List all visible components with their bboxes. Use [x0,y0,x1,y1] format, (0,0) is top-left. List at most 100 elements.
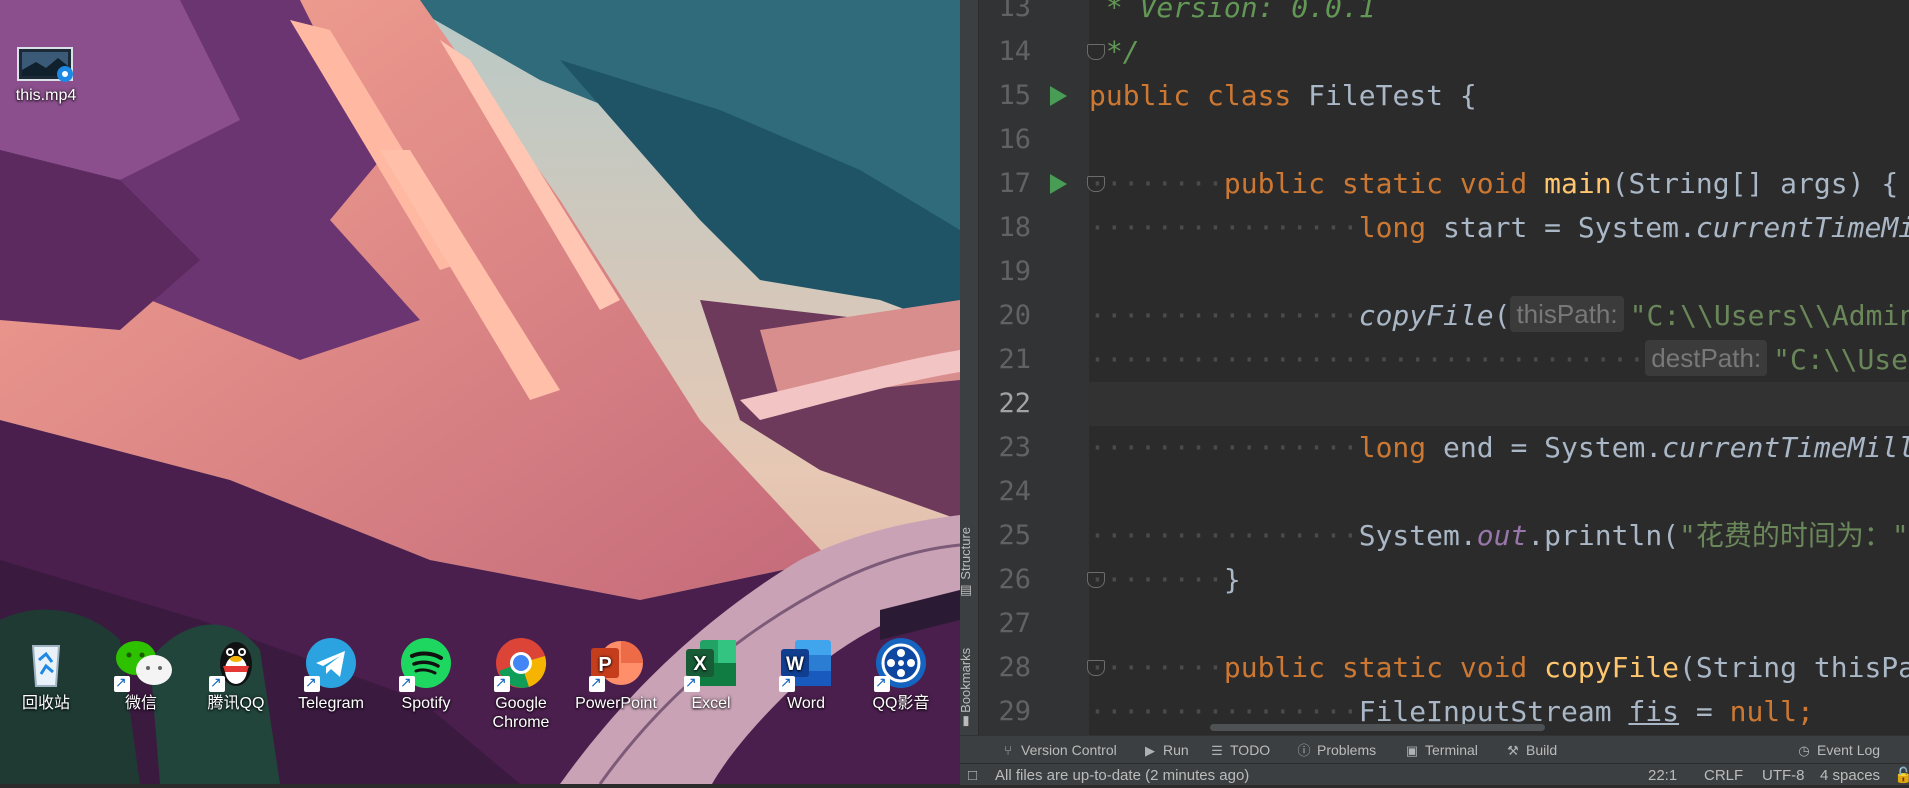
desktop-icon-word[interactable]: W Word [762,636,850,713]
telegram-icon [304,636,358,690]
code-method-name: copyFile [1544,651,1679,684]
code-line[interactable]: ················long start = System.curr… [1089,206,1909,250]
run-tab[interactable]: ▶Run [1142,736,1189,764]
code-line[interactable]: ········public static void copyFile(Stri… [1089,646,1909,690]
code-text: ; [1797,695,1814,728]
desktop-icon-recycle-bin[interactable]: 回收站 [2,636,90,713]
desktop-icon-wechat[interactable]: 微信 [97,636,185,713]
recycle-bin-icon [19,636,73,690]
line-number: 29 [979,690,1031,734]
code-line[interactable]: ········} [1089,558,1909,602]
desktop-icon-excel[interactable]: X Excel [667,636,755,713]
status-message[interactable]: All files are up-to-date (2 minutes ago) [995,764,1249,785]
line-number: 21 [979,338,1031,382]
code-line[interactable] [1089,250,1909,294]
version-control-tab[interactable]: ⑂Version Control [1000,736,1117,764]
left-tool-strip: ▤ Structure ▮Bookmarks [960,0,979,735]
bookmarks-tab[interactable]: ▮Bookmarks [958,648,974,724]
run-class-icon[interactable] [1050,86,1067,106]
shortcut-arrow-icon [684,676,700,692]
line-number: 26 [979,558,1031,602]
code-line-current[interactable] [1089,382,1909,426]
bookmarks-label: Bookmarks [958,648,973,713]
svg-text:X: X [693,653,707,675]
code-string: "花费的时间为：" [1679,519,1909,552]
caret-position[interactable]: 22:1 [1648,764,1677,785]
problems-tab[interactable]: ⓘProblems [1296,736,1376,764]
line-number: 19 [979,250,1031,294]
desktop-icon-label: this.mp4 [2,86,90,105]
code-string: "C:\\Users\\Administr [1630,299,1909,332]
code-line[interactable] [1089,602,1909,646]
indent-guide: ································· [1089,343,1645,376]
chrome-icon [494,636,548,690]
shortcut-arrow-icon [399,676,415,692]
desktop-icon-this-mp4[interactable]: this.mp4 [2,44,90,105]
shortcut-arrow-icon [494,676,510,692]
line-separator[interactable]: CRLF [1704,764,1743,785]
file-encoding[interactable]: UTF-8 [1762,764,1805,785]
code-line[interactable]: */ [1089,30,1909,74]
qq-player-icon [874,636,928,690]
code-line[interactable] [1089,118,1909,162]
powerpoint-icon: P [589,636,643,690]
indent-guide: ········ [1089,167,1224,200]
shortcut-arrow-icon [209,676,225,692]
desktop-icon-qq[interactable]: 腾讯QQ [192,636,280,713]
structure-label: Structure [958,527,973,580]
list-icon: ☰ [1209,737,1225,765]
code-static-call: currentTimeMillis [1696,211,1909,244]
code-line[interactable]: ················long end = System.curren… [1089,426,1909,470]
todo-label: TODO [1230,742,1270,758]
terminal-tab[interactable]: ▣ Terminal [1404,736,1478,764]
indent-guide: ········ [1089,563,1224,596]
code-line[interactable]: ········public static void main(String[]… [1089,162,1909,206]
line-number: 23 [979,426,1031,470]
desktop-icon-label: QQ影音 [857,694,945,713]
code-line[interactable]: public class FileTest { [1089,74,1909,118]
code-text: (String[] args) { [1612,167,1899,200]
code-line[interactable]: ·································destPat… [1089,338,1909,382]
indent-guide: ················ [1089,211,1359,244]
status-toggle-icon[interactable]: □ [968,764,977,785]
problems-label: Problems [1317,742,1376,758]
desktop-icon-label: Telegram [287,694,375,713]
desktop-icon-powerpoint[interactable]: P PowerPoint [572,636,660,713]
desktop[interactable]: this.mp4 回收站 微信 [0,0,960,784]
desktop-icon-spotify[interactable]: Spotify [382,636,470,713]
line-number: 27 [979,602,1031,646]
horizontal-scrollbar[interactable] [1210,724,1545,731]
desktop-icon-qq-player[interactable]: QQ影音 [857,636,945,713]
terminal-label: Terminal [1425,742,1478,758]
code-line[interactable]: ················copyFile(thisPath:"C:\\U… [1089,294,1909,338]
code-keyword: null [1730,695,1797,728]
desktop-icon-label: Excel [667,694,755,713]
line-number: 25 [979,514,1031,558]
event-log-tab[interactable]: ◷Event Log [1796,736,1880,764]
hammer-icon: ⚒ [1505,737,1521,765]
todo-tab[interactable]: ☰ TODO [1209,736,1270,764]
desktop-icon-telegram[interactable]: Telegram [287,636,375,713]
code-editor[interactable]: * Version: 0.0.1 */ public class FileTes… [1089,0,1909,735]
lock-icon[interactable]: 🔓 [1894,764,1909,785]
code-line[interactable] [1089,470,1909,514]
desktop-icon-google-chrome[interactable]: Google Chrome [477,636,565,732]
code-line[interactable]: * Version: 0.0.1 [1089,0,1909,30]
code-variable: fis [1628,695,1679,728]
code-static-field: out [1477,519,1528,552]
structure-icon: ▤ [960,582,972,598]
code-line[interactable]: ················System.out.println("花费的时… [1089,514,1909,558]
structure-tab[interactable]: ▤ Structure [958,527,974,596]
run-main-icon[interactable] [1050,174,1067,194]
status-bar: □ All files are up-to-date (2 minutes ag… [960,763,1909,785]
bookmark-icon: ▮ [962,712,969,728]
code-keyword: long [1359,431,1443,464]
code-text: ( [1494,299,1511,332]
ide-window: ▤Structure ▮Bookmarks 13 14 15 16 17 18 … [960,0,1909,784]
indent-setting[interactable]: 4 spaces [1820,764,1880,785]
shortcut-arrow-icon [114,676,130,692]
desktop-icon-label: Google Chrome [486,694,556,732]
terminal-icon: ▣ [1404,737,1420,765]
build-tab[interactable]: ⚒Build [1505,736,1557,764]
code-class-name: FileTest { [1308,79,1477,112]
